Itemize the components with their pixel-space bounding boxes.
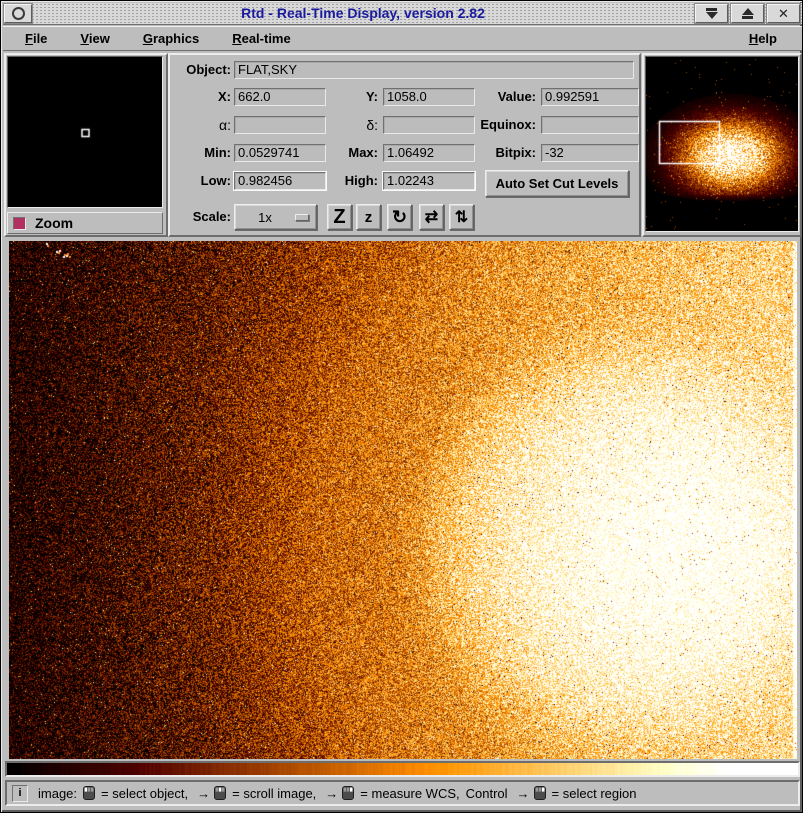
- mouse-button1-icon: [83, 786, 95, 800]
- menu-graphics[interactable]: Graphics: [132, 29, 210, 48]
- zoom-label: Zoom: [35, 215, 73, 231]
- menu-view[interactable]: View: [69, 29, 120, 48]
- object-label: Object:: [170, 60, 231, 80]
- object-field[interactable]: FLAT,SKY: [234, 61, 634, 79]
- auto-set-cut-levels-button[interactable]: Auto Set Cut Levels: [485, 170, 629, 197]
- scale-value: 1x: [235, 210, 295, 225]
- zoom-checkbox[interactable]: [13, 217, 26, 230]
- status-scroll-image: = scroll image,: [232, 786, 316, 801]
- dec-label: δ:: [290, 115, 378, 135]
- zoom-out-button[interactable]: z: [356, 204, 381, 230]
- equinox-field[interactable]: [541, 116, 639, 134]
- shade-icon: [706, 8, 718, 19]
- status-select-region: = select region: [552, 786, 637, 801]
- min-label: Min:: [170, 143, 231, 163]
- zoom-canvas[interactable]: [7, 56, 163, 208]
- high-field[interactable]: 1.02243: [383, 172, 475, 190]
- shade-button[interactable]: [695, 4, 728, 23]
- value-field[interactable]: 0.992591: [541, 88, 639, 106]
- status-prefix: image:: [38, 786, 77, 801]
- pan-panel: [642, 53, 802, 237]
- drag-arrow-icon: →: [197, 786, 210, 801]
- ra-label: α:: [170, 115, 231, 135]
- window-title: Rtd - Real-Time Display, version 2.82: [33, 3, 693, 24]
- maximize-icon: [742, 8, 754, 19]
- bitpix-field[interactable]: -32: [541, 144, 639, 162]
- info-icon: i: [12, 785, 28, 802]
- drag-arrow-icon: →: [517, 786, 530, 801]
- statusbar: i image: = select object, → = scroll ima…: [5, 780, 800, 806]
- value-label: Value:: [450, 87, 536, 107]
- mouse-button3-icon: [534, 786, 546, 800]
- low-label: Low:: [170, 171, 231, 191]
- info-panel: Object: FLAT,SKY X: 662.0 Y: 1058.0 Valu…: [168, 53, 641, 237]
- mouse-button3-icon: [342, 786, 354, 800]
- scale-label: Scale:: [170, 207, 231, 227]
- menu-file[interactable]: File: [14, 29, 58, 48]
- pan-canvas[interactable]: [645, 56, 799, 232]
- zoom-toggle[interactable]: Zoom: [7, 212, 163, 234]
- bitpix-label: Bitpix:: [450, 143, 536, 163]
- status-measure-wcs: = measure WCS,: [360, 786, 459, 801]
- zoom-in-button[interactable]: Z: [327, 204, 352, 230]
- rotate-button[interactable]: ↻: [387, 204, 412, 230]
- option-menu-indicator-icon: [295, 214, 309, 221]
- status-control: Control: [466, 786, 508, 801]
- close-button[interactable]: ✕: [767, 4, 800, 23]
- colorbar[interactable]: [5, 761, 800, 777]
- close-icon: ✕: [778, 7, 789, 20]
- y-label: Y:: [290, 87, 378, 107]
- rtd-window: Rtd - Real-Time Display, version 2.82 ✕ …: [0, 0, 803, 813]
- flip-y-button[interactable]: ⇅: [449, 204, 474, 230]
- drag-arrow-icon: →: [325, 786, 338, 801]
- equinox-label: Equinox:: [450, 115, 536, 135]
- maximize-button[interactable]: [731, 4, 764, 23]
- max-label: Max:: [290, 143, 378, 163]
- colorbar-canvas[interactable]: [7, 763, 798, 775]
- menu-help[interactable]: Help: [738, 29, 788, 48]
- x-label: X:: [170, 87, 231, 107]
- menu-realtime[interactable]: Real-time: [221, 29, 302, 48]
- zoom-panel: Zoom: [4, 53, 168, 237]
- image-canvas[interactable]: [9, 241, 797, 759]
- flip-x-button[interactable]: ⇄: [419, 204, 444, 230]
- mouse-button2-icon: [214, 786, 226, 800]
- window-menu-icon: [12, 7, 25, 20]
- status-select-object: = select object,: [101, 786, 188, 801]
- scale-option-menu[interactable]: 1x: [234, 204, 317, 230]
- window-menu-button[interactable]: [4, 4, 32, 23]
- titlebar[interactable]: Rtd - Real-Time Display, version 2.82 ✕: [3, 3, 802, 25]
- menubar: File View Graphics Real-time Help: [3, 26, 802, 51]
- high-label: High:: [290, 171, 378, 191]
